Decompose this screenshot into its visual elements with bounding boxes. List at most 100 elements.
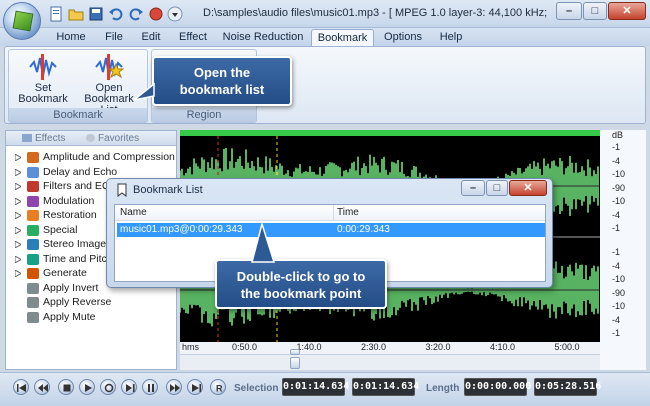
expand-arrow-icon[interactable] [15, 183, 21, 190]
generate-icon [27, 268, 39, 279]
save-icon[interactable] [88, 6, 104, 22]
modulation-icon [27, 195, 39, 207]
waveform-bookmark-icon [29, 54, 57, 80]
record-icon[interactable] [148, 6, 163, 22]
tree-item-apply-mute[interactable]: Apply Mute [6, 310, 176, 325]
expand-arrow-icon[interactable] [15, 197, 21, 205]
db-tick-label: -4 [612, 155, 621, 166]
loop-button[interactable] [100, 379, 116, 395]
bookmark-group-label: Bookmark [9, 108, 147, 122]
skip-end-icon [192, 384, 201, 392]
tab-effect[interactable]: Effect [172, 29, 214, 46]
tab-favorites[interactable]: Favorites [86, 132, 139, 145]
expand-arrow-icon[interactable] [15, 226, 21, 234]
db-tick-label: -90 [612, 287, 626, 298]
tab-options[interactable]: Options [380, 29, 426, 46]
tree-item-apply-reverse[interactable]: Apply Reverse [6, 295, 176, 310]
redo-icon[interactable] [128, 6, 144, 22]
bookmark-row[interactable]: music01.mp3@0:00:29.343 0:00:29.343 [117, 223, 545, 237]
horizontal-scrollbar[interactable] [180, 349, 600, 370]
quick-access-dropdown-icon[interactable] [167, 6, 183, 22]
svg-text:R: R [216, 384, 223, 394]
timeline-tick-label: 4:10.0 [490, 342, 516, 352]
mute-icon [27, 311, 39, 323]
tab-help[interactable]: Help [434, 29, 468, 46]
tab-bookmark[interactable]: Bookmark [311, 29, 374, 46]
total-length-display[interactable]: 0:05:28.516 [534, 378, 601, 396]
ribbon-panel: Set Bookmark Open Bookmark List Bookmark… [4, 46, 646, 124]
db-tick-label: -10 [612, 274, 626, 284]
dialog-maximize-button[interactable]: □ [486, 180, 508, 196]
bookmark-row-time: 0:00:29.343 [337, 224, 390, 235]
bookmark-dialog-icon [117, 183, 127, 197]
dialog-close-button[interactable]: ✕ [509, 180, 547, 196]
tab-effects[interactable]: Effects [22, 132, 65, 145]
tab-edit[interactable]: Edit [136, 29, 166, 46]
undo-icon[interactable] [108, 6, 124, 22]
close-button[interactable]: ✕ [608, 2, 646, 20]
stop-icon [63, 384, 71, 392]
open-bookmark-list-button[interactable]: Open Bookmark List [79, 54, 139, 116]
callout-pointer [133, 82, 155, 101]
timeline-tick-label: 1:40.0 [296, 342, 322, 352]
tab-noise-reduction[interactable]: Noise Reduction [221, 29, 305, 46]
minimize-button[interactable]: – [556, 2, 582, 20]
go-to-end-button[interactable] [187, 379, 203, 395]
db-tick-label: -1 [612, 247, 621, 257]
column-name-header[interactable]: Name [120, 207, 147, 218]
play-icon [85, 384, 92, 392]
db-scale: dB -1 -4 -10 -90 -10 -4 -1 -1 -4 -10 -90 -10 -4 -1 [600, 130, 646, 370]
column-time-header[interactable]: Time [337, 207, 359, 218]
db-tick-label: -90 [612, 182, 626, 193]
maximize-button[interactable]: □ [583, 2, 607, 20]
filters-eq-icon [27, 181, 39, 192]
timeline-ruler[interactable]: hms 0:50.0 1:40.0 2:30.0 3:20.0 4:10.0 5:00.0 [180, 342, 600, 354]
loop-icon [104, 383, 114, 393]
selection-start-display[interactable]: 0:01:14.634 [282, 378, 349, 396]
play-selection-button[interactable] [121, 379, 137, 395]
expand-arrow-icon[interactable] [15, 241, 21, 248]
pause-button[interactable] [142, 379, 158, 395]
title-bar: D:\samples\audio files\music01.mp3 - [ M… [0, 0, 650, 40]
expand-arrow-icon[interactable] [15, 212, 21, 219]
column-divider[interactable] [333, 205, 334, 221]
time-pitch-icon [27, 253, 39, 265]
rewind-button[interactable] [34, 379, 50, 395]
bookmark-list-header: Name Time [115, 205, 545, 221]
effects-icon [22, 134, 32, 143]
app-logo-icon [12, 10, 34, 32]
set-bookmark-label-2: Bookmark [18, 93, 68, 105]
expand-arrow-icon[interactable] [15, 270, 21, 277]
timeline-tick-label: 3:20.0 [425, 342, 451, 352]
timeline-tick-label: 5:00.0 [554, 342, 580, 352]
set-bookmark-button[interactable]: Set Bookmark [13, 54, 73, 105]
open-folder-icon[interactable] [68, 6, 84, 22]
tab-file[interactable]: File [97, 29, 131, 46]
db-tick-label: -1 [612, 328, 621, 338]
expand-arrow-icon[interactable] [15, 168, 21, 176]
dialog-minimize-button[interactable]: – [461, 180, 485, 196]
length-display[interactable]: 0:00:00.000 [464, 378, 531, 396]
overview-bar [180, 130, 600, 136]
play-button[interactable] [79, 379, 95, 395]
bookmark-group: Set Bookmark Open Bookmark List Bookmark [8, 49, 148, 123]
expand-arrow-icon[interactable] [15, 255, 21, 263]
favorites-icon [86, 134, 95, 143]
new-file-icon[interactable] [48, 6, 64, 22]
scroll-thumb[interactable] [290, 357, 300, 369]
selection-label: Selection [234, 383, 279, 394]
go-to-start-button[interactable] [13, 379, 29, 395]
app-menu-button[interactable] [3, 2, 41, 40]
zoom-handle[interactable] [290, 349, 300, 355]
stop-button[interactable] [58, 379, 74, 395]
record-button[interactable]: R [210, 379, 226, 395]
pause-icon [148, 384, 154, 392]
tree-item-delay-echo[interactable]: Delay and Echo [6, 165, 176, 180]
fast-forward-button[interactable] [166, 379, 182, 395]
special-icon [27, 224, 39, 236]
expand-arrow-icon[interactable] [15, 154, 21, 161]
tree-item-amplitude[interactable]: Amplitude and Compression [6, 150, 176, 165]
selection-end-display[interactable]: 0:01:14.634 [352, 378, 419, 396]
db-tick-label: -1 [612, 223, 621, 233]
tab-home[interactable]: Home [50, 29, 92, 46]
